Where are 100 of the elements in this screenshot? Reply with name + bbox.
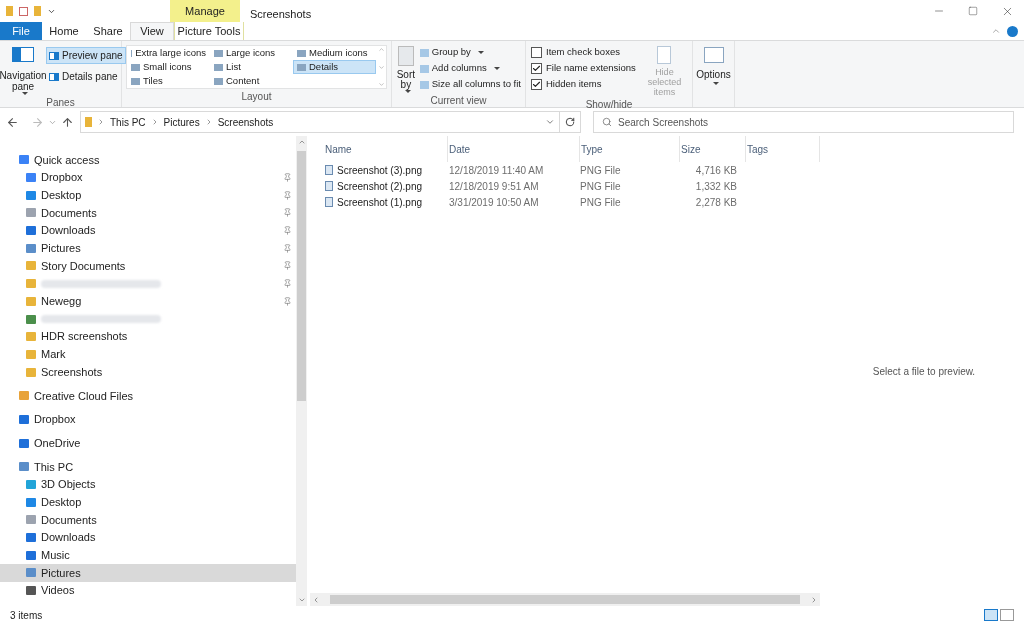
- group-label: Layout: [240, 90, 273, 104]
- nav-item[interactable]: Documents: [0, 204, 296, 222]
- search-icon: [602, 117, 612, 127]
- back-icon[interactable]: [6, 115, 19, 129]
- nav-item[interactable]: Screenshots: [0, 363, 296, 381]
- nav-item[interactable]: Newegg: [0, 292, 296, 311]
- breadcrumb[interactable]: Pictures: [163, 114, 200, 130]
- help-icon[interactable]: [1007, 25, 1018, 37]
- nav-item[interactable]: Videos: [0, 581, 296, 600]
- folder-icon: [85, 117, 92, 127]
- address-bar[interactable]: This PC Pictures Screenshots: [80, 111, 560, 133]
- layout-option[interactable]: Medium icons: [293, 46, 376, 60]
- caret-icon: [404, 90, 411, 93]
- layout-option[interactable]: Details: [293, 60, 376, 74]
- nav-item[interactable]: Desktop: [0, 493, 296, 512]
- nav-item[interactable]: Downloads: [0, 528, 296, 547]
- nav-item[interactable]: Pictures: [0, 239, 296, 258]
- group-label: Show/hide: [584, 98, 634, 112]
- search-input[interactable]: Search Screenshots: [618, 114, 1005, 130]
- column-header[interactable]: Name: [324, 136, 448, 162]
- caret-icon: [493, 67, 500, 70]
- gallery-scroll[interactable]: [376, 46, 386, 88]
- file-row[interactable]: Screenshot (3).png 12/18/2019 11:40 AM PNG File 4,716 KB: [324, 162, 824, 178]
- nav-item[interactable]: This PC: [0, 458, 296, 476]
- folder-icon: [19, 438, 29, 448]
- file-type: PNG File: [580, 179, 622, 194]
- ribbon-tab[interactable]: Share: [86, 22, 130, 40]
- nav-item[interactable]: 3D Objects: [0, 475, 296, 494]
- nav-item[interactable]: Documents: [0, 511, 296, 529]
- layout-option[interactable]: Content: [210, 74, 293, 88]
- refresh-icon: [565, 117, 575, 127]
- nav-item[interactable]: Creative Cloud Files: [0, 386, 296, 405]
- horizontal-scrollbar[interactable]: [310, 593, 820, 606]
- pane-icon: [49, 72, 59, 81]
- file-name: Screenshot (2).png: [337, 179, 423, 194]
- scroll-up-icon: [377, 46, 385, 53]
- layout-option[interactable]: Tiles: [127, 74, 210, 88]
- thumbnails-view-icon[interactable]: [1000, 609, 1014, 621]
- checkbox[interactable]: [531, 78, 542, 90]
- ribbon-tab[interactable]: Home: [42, 22, 86, 40]
- nav-item[interactable]: Dropbox: [0, 410, 296, 429]
- file-date: 12/18/2019 9:51 AM: [448, 179, 540, 194]
- file-size: 2,278 KB: [694, 195, 737, 210]
- file-name: Screenshot (1).png: [337, 195, 423, 210]
- forward-icon[interactable]: [31, 115, 44, 129]
- file-size: 4,716 KB: [694, 163, 737, 178]
- checkbox-label: Hidden items: [546, 76, 602, 91]
- file-type: PNG File: [580, 195, 622, 210]
- nav-item[interactable]: Mark: [0, 345, 296, 364]
- view-command[interactable]: Size all columns to fit: [419, 78, 521, 91]
- column-header[interactable]: Tags: [746, 136, 820, 162]
- history-icon[interactable]: [545, 117, 555, 127]
- file-row[interactable]: Screenshot (1).png 3/31/2019 10:50 AM PNG File 2,278 KB: [324, 194, 824, 210]
- refresh-button[interactable]: [559, 111, 581, 133]
- layout-option[interactable]: List: [210, 60, 293, 74]
- column-header[interactable]: Size: [680, 136, 746, 162]
- pane-button[interactable]: Preview pane: [46, 47, 126, 64]
- more-icon: [377, 81, 385, 88]
- layout-option[interactable]: Extra large icons: [127, 46, 210, 60]
- page-icon: [657, 46, 672, 64]
- view-command[interactable]: Group by: [419, 46, 521, 59]
- collapse-ribbon-icon[interactable]: [991, 26, 1001, 36]
- breadcrumb[interactable]: Screenshots: [217, 114, 274, 130]
- view-command[interactable]: Add columns: [419, 62, 521, 75]
- options-button[interactable]: Options: [693, 41, 735, 107]
- nav-item[interactable]: Desktop: [0, 186, 296, 205]
- pane-button[interactable]: Details pane: [46, 68, 126, 85]
- checkbox[interactable]: [531, 46, 542, 58]
- folder-icon[interactable]: [34, 6, 41, 16]
- checkbox-label: File name extensions: [546, 60, 636, 75]
- column-header[interactable]: Type: [580, 136, 680, 162]
- search-field[interactable]: Search Screenshots: [593, 111, 1014, 133]
- scroll-thumb[interactable]: [330, 595, 800, 604]
- up-icon[interactable]: [61, 115, 74, 129]
- nav-item[interactable]: HDR screenshots: [0, 327, 296, 346]
- ribbon-tab[interactable]: View: [130, 22, 174, 40]
- nav-item[interactable]: Dropbox: [0, 168, 296, 187]
- layout-option[interactable]: Small icons: [127, 60, 210, 74]
- preview-message: Select a file to preview.: [872, 364, 976, 379]
- navigation-pane-button[interactable]: Navigation pane: [0, 47, 46, 95]
- maximize-icon: [968, 6, 978, 16]
- nav-item[interactable]: OneDrive: [0, 434, 296, 452]
- file-row[interactable]: Screenshot (2).png 12/18/2019 9:51 AM PNG File 1,332 KB: [324, 178, 824, 194]
- nav-item[interactable]: Pictures: [0, 564, 296, 582]
- scroll-left-icon: [312, 595, 320, 604]
- layout-option[interactable]: Large icons: [210, 46, 293, 60]
- checkbox[interactable]: [531, 62, 542, 74]
- nav-item[interactable]: Music: [0, 546, 296, 565]
- vertical-scrollbar[interactable]: [296, 136, 307, 606]
- nav-item[interactable]: Downloads: [0, 221, 296, 240]
- breadcrumb[interactable]: This PC: [110, 114, 146, 130]
- checkbox-label: Item check boxes: [546, 44, 620, 59]
- details-view-icon[interactable]: [984, 609, 998, 621]
- column-header[interactable]: Date: [448, 136, 580, 162]
- sort-by-button[interactable]: Sort by: [396, 46, 416, 93]
- ribbon-tab[interactable]: File: [0, 22, 42, 40]
- scroll-thumb[interactable]: [297, 151, 306, 401]
- properties-icon[interactable]: [19, 6, 28, 16]
- nav-item[interactable]: Quick access: [0, 151, 296, 169]
- nav-item[interactable]: Story Documents: [0, 257, 296, 275]
